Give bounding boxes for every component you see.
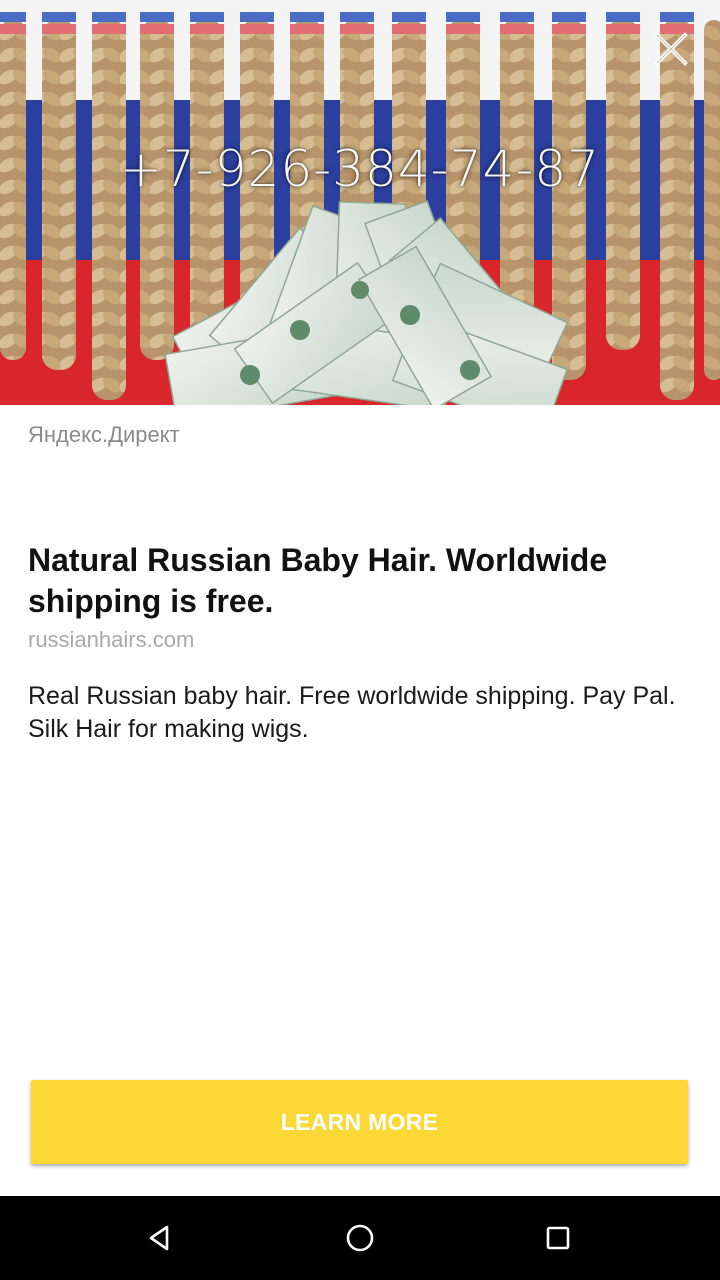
ad-body-text: Real Russian baby hair. Free worldwide s… [28, 682, 676, 743]
recents-square-icon [546, 1226, 570, 1250]
ad-image-phone-number: +7-926-384-74-87 [120, 140, 600, 198]
ad-domain[interactable]: russianhairs.com [28, 627, 194, 653]
advertiser-label: Яндекс.Директ [28, 422, 180, 447]
close-button[interactable] [646, 24, 696, 74]
home-circle-icon [346, 1224, 374, 1252]
hair-and-money-illustration [0, 0, 720, 405]
recents-button[interactable] [533, 1213, 583, 1263]
back-triangle-icon [149, 1225, 169, 1251]
home-button[interactable] [335, 1213, 385, 1263]
ad-headline[interactable]: Natural Russian Baby Hair. Worldwide shi… [28, 540, 698, 622]
learn-more-label: LEARN MORE [280, 1108, 439, 1135]
ad-hero-image[interactable]: +7-926-384-74-87 [0, 0, 720, 405]
close-icon [654, 32, 688, 66]
back-button[interactable] [135, 1213, 185, 1263]
learn-more-button[interactable]: LEARN MORE [31, 1080, 688, 1164]
system-navigation-bar [0, 1196, 720, 1280]
